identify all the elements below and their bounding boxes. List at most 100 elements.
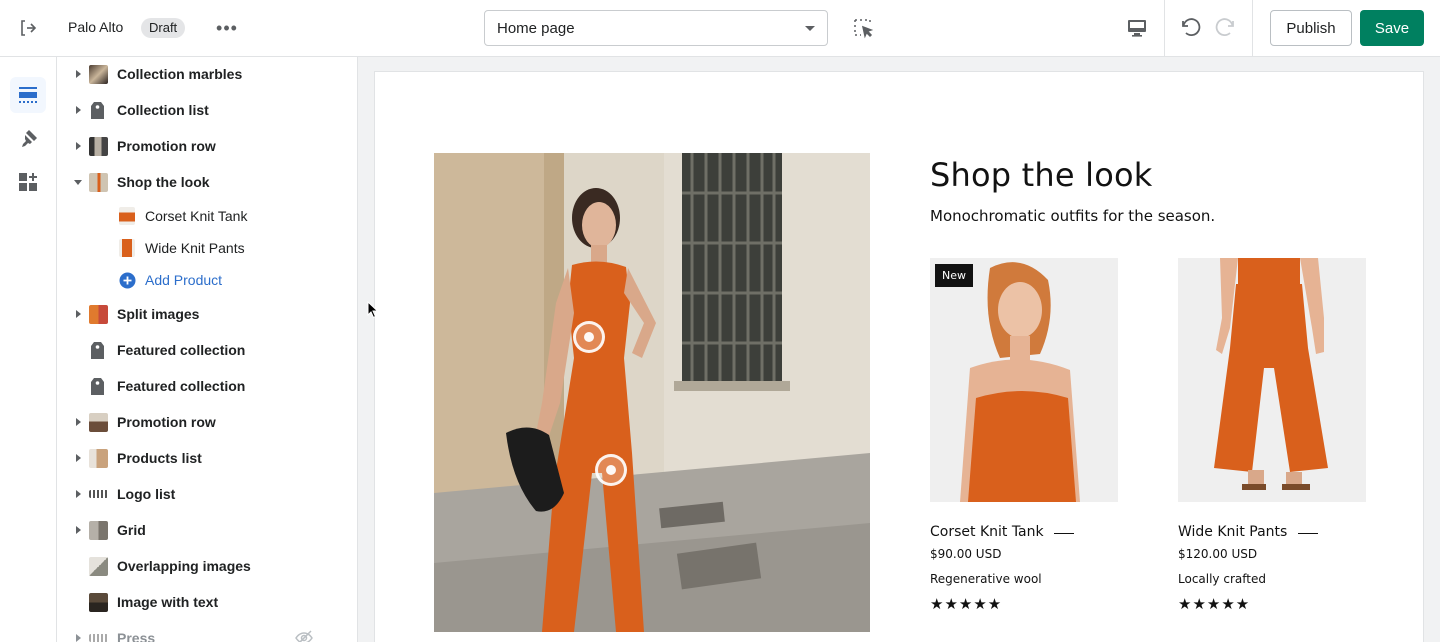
grid-thumbnail	[89, 521, 108, 540]
publish-button[interactable]: Publish	[1270, 10, 1352, 46]
sidebar-item-wide-knit-pants[interactable]: Wide Knit Pants	[57, 232, 357, 264]
sidebar-item-collection-list[interactable]: Collection list	[57, 94, 357, 126]
new-badge: New	[935, 264, 973, 287]
sidebar-item-label: Corset Knit Tank	[145, 208, 248, 224]
split-images-thumbnail	[89, 305, 108, 324]
sidebar-item-featured-collection[interactable]: Featured collection	[57, 370, 357, 402]
desktop-preview-icon[interactable]	[1126, 17, 1148, 39]
chevron-right-icon[interactable]	[76, 526, 81, 534]
sidebar-item-split-images[interactable]: Split images	[57, 298, 357, 330]
store-name: Palo Alto	[68, 19, 124, 35]
undo-icon[interactable]	[1178, 16, 1202, 40]
product-description: Regenerative wool	[930, 572, 1042, 586]
products-list-thumbnail	[89, 449, 108, 468]
sidebar-item-products-list[interactable]: Products list	[57, 442, 357, 474]
page-select-value: Home page	[497, 19, 575, 37]
chevron-right-icon[interactable]	[76, 634, 81, 642]
left-rail	[0, 57, 57, 642]
collection-tag-icon	[89, 101, 108, 120]
top-bar: Palo Alto Draft ••• Home page Publish Sa…	[0, 0, 1440, 57]
sections-icon[interactable]	[10, 77, 46, 113]
sidebar-item-label: Wide Knit Pants	[145, 240, 245, 256]
sidebar-item-label: Grid	[117, 522, 146, 538]
sidebar-item-label: Image with text	[117, 594, 219, 610]
product-image: New	[930, 258, 1118, 502]
chevron-right-icon[interactable]	[76, 70, 81, 78]
sidebar-item-press[interactable]: Press	[57, 622, 357, 642]
sidebar-item-grid[interactable]: Grid	[57, 514, 357, 546]
logo-list-thumbnail	[89, 490, 108, 498]
add-product-button[interactable]: Add Product	[57, 264, 357, 296]
product-image	[1178, 258, 1366, 502]
sidebar-item-label: Promotion row	[117, 138, 216, 154]
chevron-right-icon[interactable]	[76, 454, 81, 462]
sidebar-item-overlapping-images[interactable]: Overlapping images	[57, 550, 357, 582]
page-select[interactable]: Home page	[484, 10, 828, 46]
hidden-eye-icon[interactable]	[295, 630, 313, 642]
sidebar-item-promotion-row[interactable]: Promotion row	[57, 406, 357, 438]
hotspot-wide-knit-pants[interactable]	[595, 454, 627, 486]
sidebar-item-label: Promotion row	[117, 414, 216, 430]
product-price: $120.00 USD	[1178, 547, 1258, 561]
more-actions-button[interactable]: •••	[214, 16, 240, 40]
sidebar-item-promotion-row[interactable]: Promotion row	[57, 130, 357, 162]
chevron-right-icon[interactable]	[76, 418, 81, 426]
status-badge: Draft	[141, 18, 186, 38]
sidebar-item-label: Products list	[117, 450, 202, 466]
section-title: Shop the look	[930, 156, 1153, 194]
product-thumbnail	[119, 239, 135, 257]
product-card[interactable]: New Corset Knit Tank $90.00 USD Regenera…	[930, 258, 1118, 613]
save-button[interactable]: Save	[1360, 10, 1424, 46]
promotion-row-thumbnail	[89, 137, 108, 156]
chevron-down-icon	[805, 25, 815, 31]
rating-stars: ★★★★★	[1178, 596, 1251, 613]
press-thumbnail	[89, 634, 108, 642]
product-name[interactable]: Wide Knit Pants	[1178, 524, 1287, 540]
inspector-select-icon[interactable]	[852, 17, 874, 39]
sidebar-item-label: Add Product	[145, 272, 223, 288]
sidebar-item-collection-marbles[interactable]: Collection marbles	[57, 58, 357, 90]
collection-marbles-thumbnail	[89, 65, 108, 84]
sidebar-item-featured-collection[interactable]: Featured collection	[57, 334, 357, 366]
sidebar-item-label: Press	[117, 630, 156, 642]
overlapping-images-thumbnail	[89, 557, 108, 576]
product-dash	[1054, 533, 1074, 534]
rating-stars: ★★★★★	[930, 596, 1003, 613]
redo-icon[interactable]	[1214, 16, 1238, 40]
divider	[1252, 0, 1253, 57]
shop-the-look-thumbnail	[89, 173, 108, 192]
hotspot-corset-knit-tank[interactable]	[573, 321, 605, 353]
sidebar-item-label: Collection list	[117, 102, 209, 118]
product-description: Locally crafted	[1178, 572, 1266, 586]
product-thumbnail	[119, 207, 135, 225]
image-with-text-thumbnail	[89, 593, 108, 612]
mouse-cursor-icon	[367, 301, 379, 319]
theme-settings-icon[interactable]	[10, 121, 46, 157]
chevron-down-icon[interactable]	[74, 180, 82, 185]
chevron-right-icon[interactable]	[76, 142, 81, 150]
add-circle-icon	[119, 272, 136, 289]
sections-sidebar: Collection marbles Collection list Promo…	[57, 57, 358, 642]
shop-the-look-image	[434, 153, 870, 632]
sidebar-item-logo-list[interactable]: Logo list	[57, 478, 357, 510]
collection-tag-icon	[89, 377, 108, 396]
exit-icon[interactable]	[16, 16, 40, 40]
chevron-right-icon[interactable]	[76, 310, 81, 318]
sidebar-item-label: Featured collection	[117, 378, 246, 394]
collection-tag-icon	[89, 341, 108, 360]
sidebar-item-label: Featured collection	[117, 342, 246, 358]
chevron-right-icon[interactable]	[76, 106, 81, 114]
sidebar-item-image-with-text[interactable]: Image with text	[57, 586, 357, 618]
chevron-right-icon[interactable]	[76, 490, 81, 498]
product-dash	[1298, 533, 1318, 534]
sidebar-item-shop-the-look[interactable]: Shop the look	[57, 166, 357, 198]
product-name[interactable]: Corset Knit Tank	[930, 524, 1044, 540]
product-card[interactable]: Wide Knit Pants $120.00 USD Locally craf…	[1178, 258, 1366, 613]
promotion-row-thumbnail	[89, 413, 108, 432]
sidebar-item-label: Overlapping images	[117, 558, 251, 574]
sidebar-item-label: Split images	[117, 306, 200, 322]
shop-the-look-section[interactable]: Shop the look Monochromatic outfits for …	[374, 71, 1424, 642]
section-subtitle: Monochromatic outfits for the season.	[930, 207, 1216, 225]
sidebar-item-corset-knit-tank[interactable]: Corset Knit Tank	[57, 200, 357, 232]
apps-icon[interactable]	[10, 164, 46, 200]
